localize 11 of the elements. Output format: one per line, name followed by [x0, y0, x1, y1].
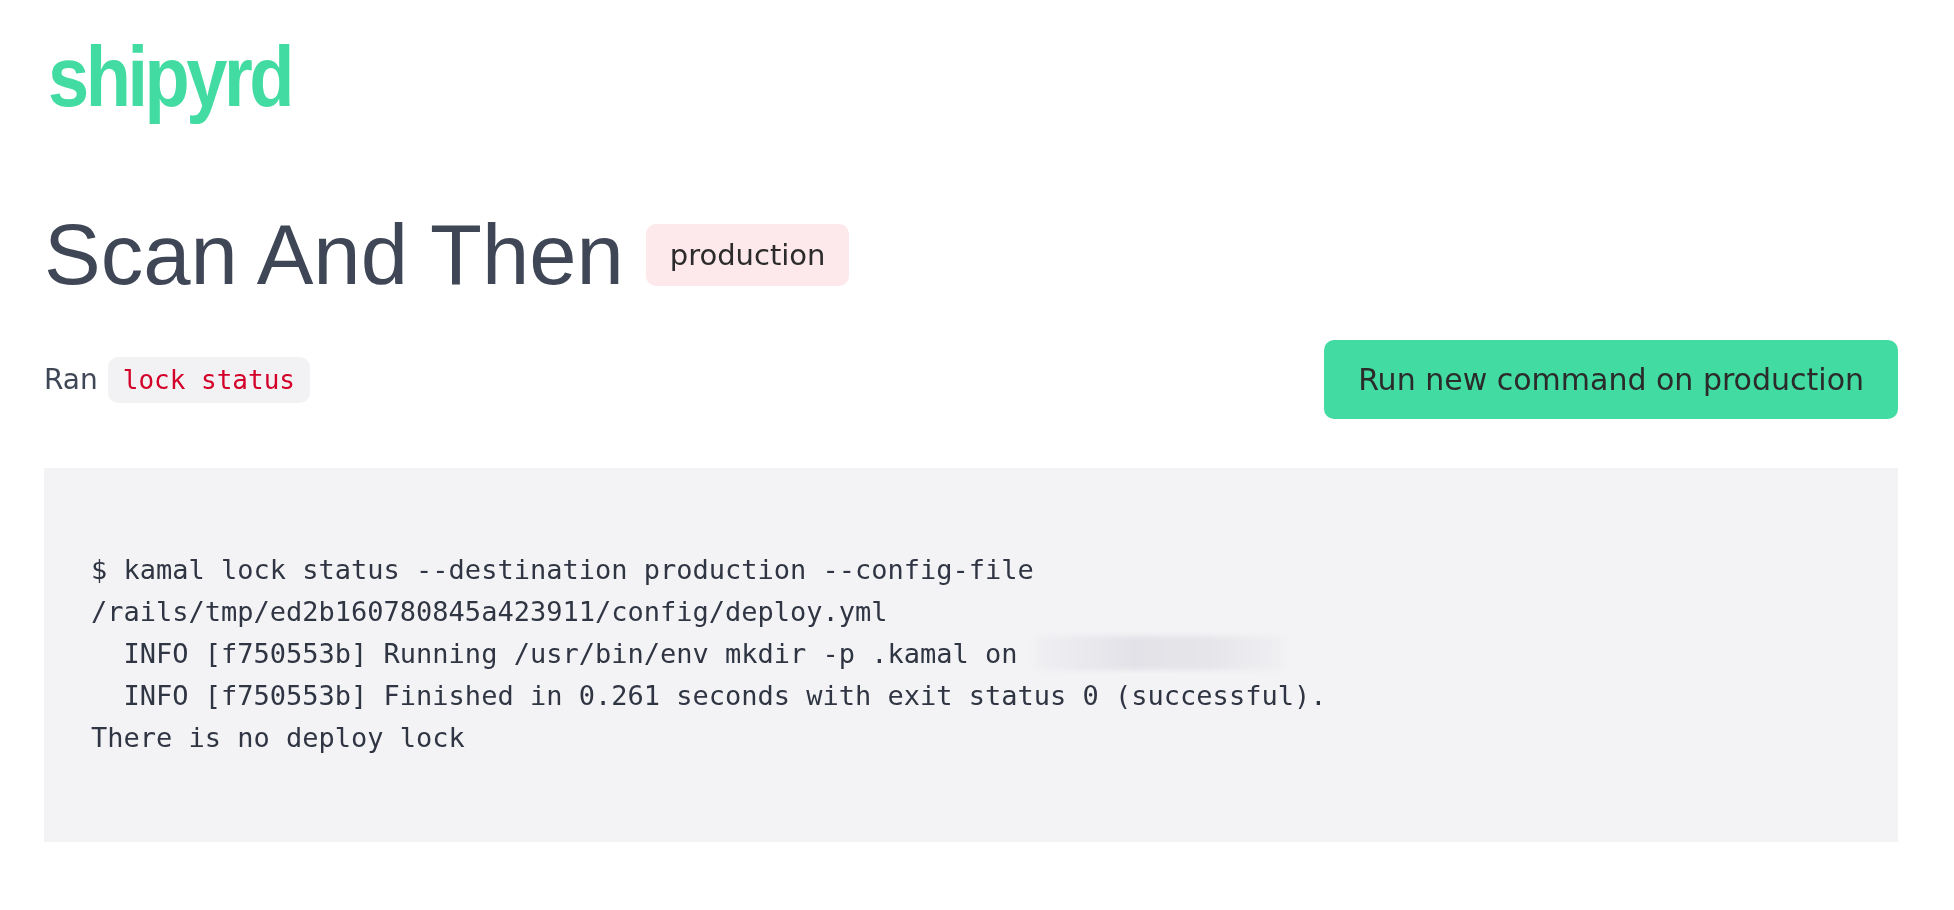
command-code: lock status	[107, 356, 310, 403]
output-line: $ kamal lock status --destination production --config-file	[91, 553, 1034, 585]
logo: shipyrd	[48, 30, 292, 122]
output-line: There is no deploy lock	[91, 721, 465, 753]
output-line: /rails/tmp/ed2b160780845a423911/config/deploy.yml	[91, 595, 888, 627]
environment-tag: production	[645, 224, 850, 286]
output-line: INFO [f750553b] Finished in 0.261 seconds with exit status 0 (successful).	[122, 679, 1327, 711]
page-title: Scan And Then	[44, 208, 624, 302]
ran-label: Ran	[44, 363, 98, 396]
run-command-button[interactable]: Run new command on production	[1324, 340, 1898, 419]
output-line: INFO [f750553b] Running /usr/bin/env mkdir -p .kamal on	[122, 637, 1018, 669]
